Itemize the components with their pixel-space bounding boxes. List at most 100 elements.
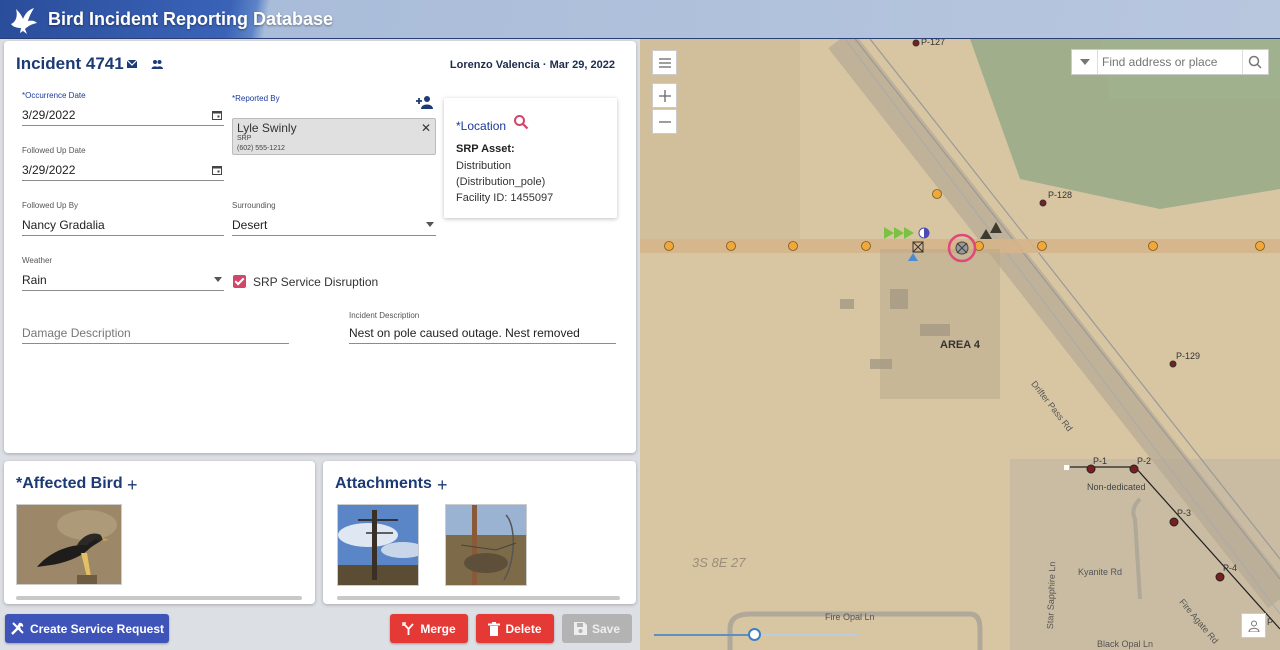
map-label-area4: AREA 4 — [940, 339, 980, 351]
merge-button[interactable]: Merge — [390, 614, 468, 643]
followed-up-by-value: Nancy Gradalia — [22, 218, 105, 232]
incident-title: Incident 4741 — [16, 54, 124, 73]
occurrence-date-field[interactable]: *Occurrence Date 3/29/2022 — [22, 91, 224, 126]
map-label-black-opal: Black Opal Ln — [1097, 639, 1154, 649]
map-view[interactable]: P-127 P-128 P-129 AREA 4 Drifter Pass Rd… — [640, 39, 1280, 650]
floppy-disk-icon — [573, 622, 587, 635]
zoom-in-button[interactable] — [652, 83, 677, 108]
location-label: *Location — [456, 119, 507, 133]
asset-line-3: Facility ID: 1455097 — [456, 192, 554, 204]
asset-line-2: (Distribution_pole) — [456, 176, 546, 188]
followed-up-date-field[interactable]: Followed Up Date 3/29/2022 — [22, 146, 224, 181]
add-bird-icon[interactable]: + — [127, 475, 138, 496]
reporter-phone: (602) 555-1212 — [237, 145, 285, 152]
incident-card: Incident 4741 Lorenzo Valencia · Mar 29,… — [4, 41, 636, 453]
merge-icon — [402, 622, 414, 635]
surrounding-select[interactable]: Surrounding Desert — [232, 201, 436, 236]
remove-reporter-icon[interactable]: ✕ — [421, 121, 431, 135]
user-button[interactable] — [1241, 613, 1266, 638]
incident-description-label: Incident Description — [349, 311, 420, 320]
search-source-dropdown[interactable] — [1072, 50, 1098, 74]
app-title: Bird Incident Reporting Database — [48, 9, 334, 29]
nest-photo-image-icon — [446, 505, 526, 585]
save-button[interactable]: Save — [562, 614, 632, 643]
incident-user: Lorenzo Valencia — [449, 59, 540, 71]
map-label-p-edge: P — [1267, 617, 1274, 627]
hawk-image-icon — [17, 505, 121, 584]
minus-icon — [658, 120, 671, 123]
incident-panel: Incident 4741 Lorenzo Valencia · Mar 29,… — [0, 39, 640, 650]
meta-separator: · — [542, 59, 550, 71]
delete-button[interactable]: Delete — [476, 614, 554, 643]
map-label-kyanite: Kyanite Rd — [1078, 567, 1123, 577]
map-search-input[interactable] — [1102, 53, 1237, 71]
add-attachment-icon[interactable]: + — [437, 475, 448, 496]
search-location-icon[interactable] — [513, 114, 529, 130]
tools-icon — [11, 622, 24, 635]
layer-list-button[interactable] — [652, 50, 677, 75]
map-label-section: 3S 8E 27 — [692, 555, 746, 570]
attachments-card: Attachments + — [323, 461, 636, 604]
incident-date: Mar 29, 2022 — [549, 59, 615, 71]
map-label-fire-opal: Fire Opal Ln — [825, 612, 875, 622]
bird-scrollbar[interactable] — [16, 596, 302, 600]
map-search-button[interactable] — [1242, 50, 1268, 74]
attachments-scrollbar[interactable] — [337, 596, 620, 600]
add-person-icon[interactable] — [415, 95, 435, 109]
incident-description-field[interactable]: Incident Description Nest on pole caused… — [349, 311, 616, 344]
reported-by-field: *Reported By — [232, 94, 436, 114]
plus-icon — [658, 89, 671, 102]
dropdown-arrow-icon — [214, 277, 222, 282]
search-icon — [1248, 55, 1262, 69]
create-service-request-label: Create Service Request — [29, 621, 165, 636]
attachment-photo-2[interactable] — [445, 504, 527, 586]
bird-logo-icon — [11, 8, 37, 34]
srp-service-disruption-label: SRP Service Disruption — [253, 275, 379, 289]
map-label-p4: P-4 — [1223, 563, 1238, 573]
attachment-photo-1[interactable] — [337, 504, 419, 586]
map-label-p3: P-3 — [1177, 508, 1192, 518]
incident-meta: Lorenzo Valencia · Mar 29, 2022 — [450, 59, 615, 71]
damage-description-field[interactable]: Damage Description — [22, 316, 289, 344]
asset-title: SRP Asset: — [456, 143, 515, 155]
merge-label: Merge — [420, 621, 456, 636]
followed-up-date-value: 3/29/2022 — [22, 163, 76, 177]
reporter-name: Lyle Swinly — [237, 121, 297, 135]
location-card: *Location SRP Asset: Distribution (Distr… — [444, 98, 617, 218]
occurrence-date-value: 3/29/2022 — [22, 108, 76, 122]
affected-bird-title: *Affected Bird — [16, 475, 123, 492]
map-label-p1: P-1 — [1093, 456, 1108, 466]
reporter-chip[interactable]: Lyle Swinly SRP (602) 555-1212 ✕ — [232, 118, 436, 155]
dropdown-arrow-icon — [426, 222, 434, 227]
user-icon — [1247, 620, 1260, 632]
menu-icon — [658, 57, 671, 68]
followed-up-by-field[interactable]: Followed Up By Nancy Gradalia — [22, 201, 224, 236]
save-label: Save — [591, 621, 621, 636]
calendar-icon[interactable] — [212, 165, 222, 175]
create-service-request-button[interactable]: Create Service Request — [5, 614, 169, 643]
weather-select[interactable]: Weather Rain — [22, 256, 224, 291]
bird-photo[interactable] — [16, 504, 122, 585]
incident-description-value: Nest on pole caused outage. Nest removed — [349, 326, 580, 340]
delete-label: Delete — [505, 621, 542, 636]
map-label-p129: P-129 — [1176, 351, 1201, 361]
calendar-icon[interactable] — [212, 110, 222, 120]
zoom-out-button[interactable] — [652, 109, 677, 134]
surrounding-value: Desert — [232, 218, 268, 232]
map-label-p2: P-2 — [1137, 456, 1152, 466]
map-search-box — [1071, 49, 1269, 75]
email-icon[interactable] — [126, 58, 138, 70]
map-label-p127: P-127 — [921, 39, 946, 47]
time-slider-knob[interactable] — [748, 628, 761, 641]
followed-up-date-label: Followed Up Date — [22, 146, 86, 155]
followed-up-by-label: Followed Up By — [22, 201, 79, 210]
damage-description-placeholder: Damage Description — [22, 326, 131, 340]
srp-service-disruption-checkbox[interactable] — [233, 275, 246, 288]
map-label-p128: P-128 — [1048, 190, 1073, 200]
reported-by-label: *Reported By — [232, 94, 280, 103]
asset-line-1: Distribution — [456, 160, 512, 172]
weather-value: Rain — [22, 273, 47, 287]
time-slider-fill — [654, 634, 754, 636]
people-icon[interactable] — [151, 58, 163, 70]
reporter-org: SRP — [237, 135, 252, 142]
